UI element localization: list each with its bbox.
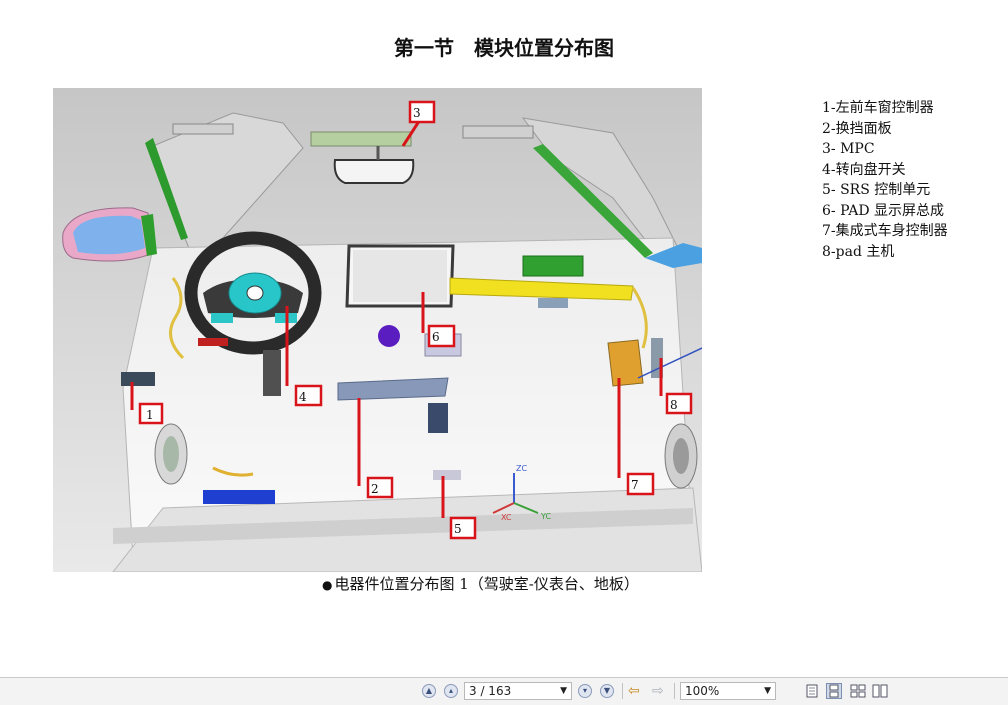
legend-item: 8-pad 主机 <box>822 243 895 260</box>
callout-3: 3 <box>413 106 421 120</box>
component-legend: 1-左前车窗控制器 2-换挡面板 3- MPC 4-转向盘开关 5- SRS 控… <box>822 98 948 262</box>
toolbar-divider <box>622 683 623 699</box>
bullet-icon: ● <box>322 578 333 592</box>
first-page-icon[interactable]: ▲ <box>422 684 436 698</box>
caption-text: 电器件位置分布图 1（驾驶室-仪表台、地板） <box>334 575 639 593</box>
toolbar-divider <box>674 683 675 699</box>
axis-label-xc: XC <box>501 513 512 522</box>
figure-caption: ● 电器件位置分布图 1（驾驶室-仪表台、地板） <box>322 573 639 594</box>
dashboard-diagram: ZC XC YC 1 2 3 4 5 6 7 8 <box>53 88 702 572</box>
prev-page-icon[interactable]: ▴ <box>444 684 458 698</box>
facing-icon[interactable] <box>850 683 866 699</box>
continuous-facing-icon[interactable] <box>872 683 888 699</box>
callout-2: 2 <box>371 482 379 496</box>
legend-item: 3- MPC <box>822 141 875 157</box>
axis-label-yc: YC <box>540 512 551 521</box>
callout-7: 7 <box>631 478 639 492</box>
single-page-icon[interactable] <box>804 683 820 699</box>
callout-1: 1 <box>146 408 154 422</box>
page-dropdown-icon[interactable]: ▼ <box>560 683 567 699</box>
legend-item: 1-左前车窗控制器 <box>822 100 934 116</box>
page-number-field[interactable]: 3 / 163 ▼ <box>464 682 572 700</box>
legend-item: 6- PAD 显示屏总成 <box>822 202 945 219</box>
page-number-value: 3 / 163 <box>469 684 512 698</box>
back-arrow-icon[interactable]: ⇦ <box>628 683 640 699</box>
continuous-icon[interactable] <box>826 683 842 699</box>
callout-8: 8 <box>670 398 678 412</box>
legend-item: 2-换挡面板 <box>822 120 892 137</box>
next-page-icon[interactable]: ▾ <box>578 684 592 698</box>
page-title: 第一节 模块位置分布图 <box>394 36 614 60</box>
last-page-icon[interactable]: ▼ <box>600 684 614 698</box>
viewer-toolbar: ▲ ▴ 3 / 163 ▼ ▾ ▼ ⇦ ⇨ 100% ▼ <box>0 677 1008 705</box>
zoom-value: 100% <box>685 684 720 698</box>
legend-item: 7-集成式车身控制器 <box>822 223 948 239</box>
callout-5: 5 <box>454 522 462 536</box>
callout-6: 6 <box>432 330 440 344</box>
zoom-dropdown-icon[interactable]: ▼ <box>764 683 771 699</box>
zoom-field[interactable]: 100% ▼ <box>680 682 776 700</box>
legend-item: 5- SRS 控制单元 <box>822 182 931 198</box>
axis-label-zc: ZC <box>516 464 527 473</box>
legend-item: 4-转向盘开关 <box>822 161 906 178</box>
forward-arrow-icon[interactable]: ⇨ <box>652 683 664 699</box>
callout-4: 4 <box>299 390 307 404</box>
